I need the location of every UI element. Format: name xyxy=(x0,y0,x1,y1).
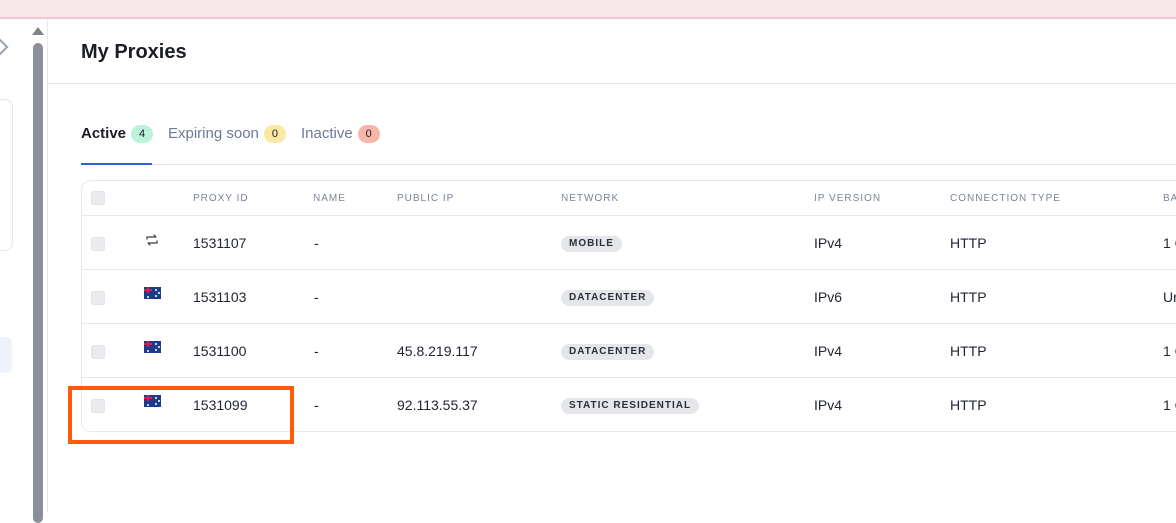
sidebar-active-item[interactable] xyxy=(0,337,12,373)
column-header-ip-version[interactable]: IP VERSION xyxy=(814,193,881,204)
tab-label: Active xyxy=(81,125,127,142)
column-header-public-ip[interactable]: PUBLIC IP xyxy=(397,193,454,204)
row-checkbox[interactable] xyxy=(91,291,105,305)
scroll-thumb[interactable] xyxy=(33,43,43,523)
australia-flag-icon xyxy=(144,287,161,299)
connection-type: HTTP xyxy=(950,343,987,359)
column-header-connection-type[interactable]: CONNECTION TYPE xyxy=(950,193,1061,204)
public-ip: 45.8.219.117 xyxy=(397,343,478,359)
australia-flag-icon xyxy=(144,341,161,353)
proxy-name: - xyxy=(314,397,319,413)
tab-label: Inactive xyxy=(301,125,353,142)
left-sidebar xyxy=(0,19,30,512)
connection-type: HTTP xyxy=(950,289,987,305)
sidebar-card xyxy=(0,99,13,251)
table-row[interactable]: 1531103 - DATACENTER IPv6 HTTP Ur xyxy=(82,270,1176,324)
connection-type: HTTP xyxy=(950,397,987,413)
scrollbar[interactable] xyxy=(30,19,46,523)
chevron-icon[interactable] xyxy=(0,38,9,56)
ip-version: IPv4 xyxy=(814,397,843,413)
proxy-name: - xyxy=(314,235,319,251)
tab-inactive[interactable]: Inactive 0 xyxy=(301,123,380,165)
page-header: My Proxies xyxy=(48,19,1176,84)
column-header-proxy-id[interactable]: PROXY ID xyxy=(193,193,249,204)
network-badge: DATACENTER xyxy=(561,344,655,360)
highlight-box xyxy=(68,386,294,444)
column-header-ba[interactable]: BA xyxy=(1163,193,1176,204)
table-row[interactable]: 1531100 - 45.8.219.117 DATACENTER IPv4 H… xyxy=(82,324,1176,378)
connection-type: HTTP xyxy=(950,235,987,251)
column-header-name[interactable]: NAME xyxy=(313,193,346,204)
network-badge: MOBILE xyxy=(561,236,622,252)
proxy-name: - xyxy=(314,289,319,305)
row-checkbox[interactable] xyxy=(91,237,105,251)
ip-version: IPv4 xyxy=(814,235,843,251)
rotate-icon xyxy=(146,234,158,246)
proxy-id: 1531103 xyxy=(193,289,247,305)
table-header: PROXY ID NAME PUBLIC IP NETWORK IP VERSI… xyxy=(82,181,1176,216)
count-badge: 0 xyxy=(357,125,380,143)
column-header-network[interactable]: NETWORK xyxy=(561,193,619,204)
ip-version: IPv4 xyxy=(814,343,843,359)
page-title: My Proxies xyxy=(81,41,187,63)
tab-active[interactable]: Active 4 xyxy=(81,123,154,165)
count-badge: 0 xyxy=(263,125,286,143)
proxy-id: 1531107 xyxy=(193,235,247,251)
ba-value: 1 C xyxy=(1163,397,1176,413)
proxy-name: - xyxy=(314,343,319,359)
tab-expiring-soon[interactable]: Expiring soon 0 xyxy=(168,123,286,165)
count-badge: 4 xyxy=(131,125,154,143)
ba-value: 1 C xyxy=(1163,235,1176,251)
select-all-checkbox[interactable] xyxy=(91,191,105,205)
scroll-up-arrow-icon[interactable] xyxy=(32,27,44,35)
proxy-id: 1531100 xyxy=(193,343,247,359)
tab-label: Expiring soon xyxy=(168,125,259,142)
table-row[interactable]: 1531107 - MOBILE IPv4 HTTP 1 C xyxy=(82,216,1176,270)
ba-value: 1 C xyxy=(1163,343,1176,359)
network-badge: DATACENTER xyxy=(561,290,655,306)
tab-bar: Active 4 Expiring soon 0 Inactive 0 xyxy=(81,123,1176,165)
network-badge: STATIC RESIDENTIAL xyxy=(561,398,700,414)
row-checkbox[interactable] xyxy=(91,345,105,359)
public-ip: 92.113.55.37 xyxy=(397,397,478,413)
top-banner xyxy=(0,0,1176,19)
ba-value: Ur xyxy=(1163,289,1176,305)
ip-version: IPv6 xyxy=(814,289,843,305)
